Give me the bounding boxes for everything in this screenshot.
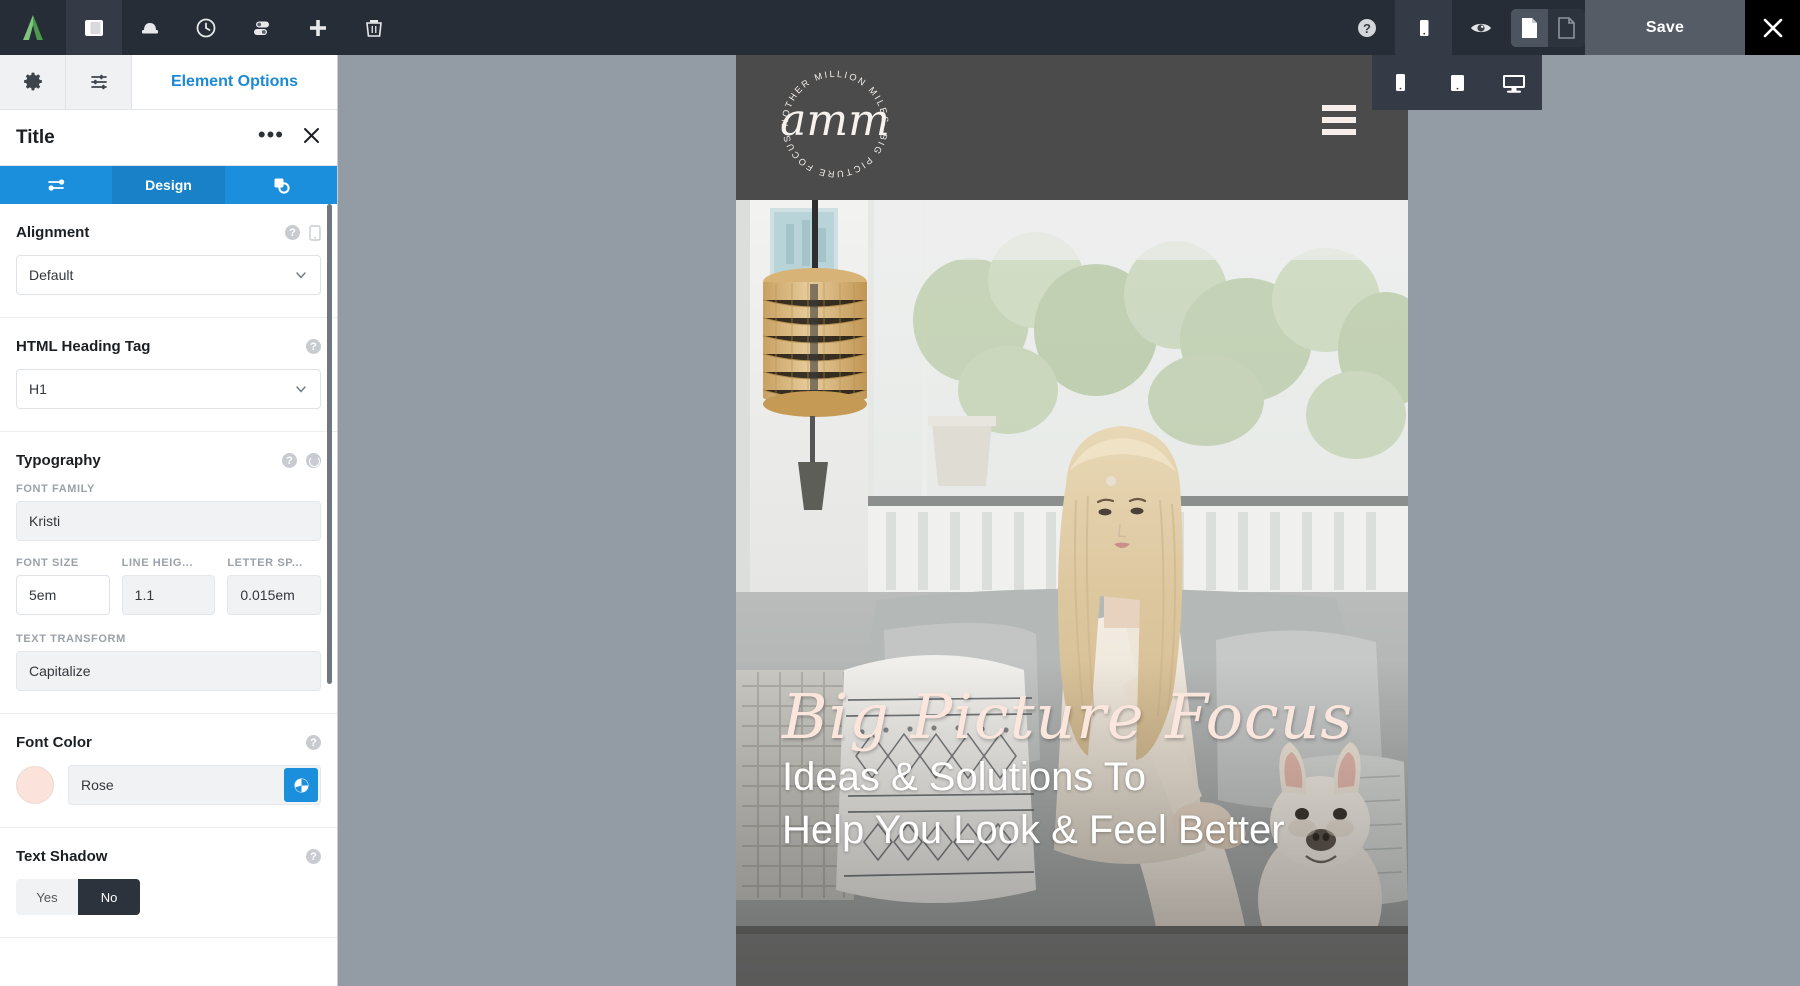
panel-title: Element Options <box>132 55 337 109</box>
panel-top-tabs: Element Options <box>0 55 337 110</box>
hero-text-block: Big Picture Focus Ideas & Solutions To H… <box>782 686 1353 854</box>
toolbar-right-group: ? <box>1338 0 1800 55</box>
line-height-group: LINE HEIG... 1.1 <box>122 557 216 615</box>
toolbar-spacer <box>402 0 1338 55</box>
more-options-button[interactable]: ••• <box>258 124 284 152</box>
site-preview-frame: ANOTHER MILLION MILES · · BIG PICTURE FO… <box>736 55 1408 986</box>
svg-text:amm: amm <box>780 95 890 146</box>
device-preview-dropdown <box>1372 55 1542 110</box>
global-color-button[interactable] <box>284 768 318 802</box>
letter-spacing-label: LETTER SP... <box>227 557 321 569</box>
mobile-preview-icon[interactable] <box>1395 0 1452 55</box>
font-color-row: Rose <box>16 765 321 805</box>
panel-scrollbar[interactable] <box>327 204 332 684</box>
page-template-toggle <box>1511 0 1585 55</box>
help-icon[interactable]: ? <box>306 339 321 354</box>
text-transform-input[interactable]: Capitalize <box>16 651 321 691</box>
panel-toggle-icon[interactable] <box>66 0 122 55</box>
section-font-color: Font Color ? Rose <box>0 714 337 828</box>
font-family-label: FONT FAMILY <box>16 483 321 495</box>
text-shadow-label: Text Shadow <box>16 848 299 865</box>
hero-photo <box>736 200 1408 986</box>
close-editor-button[interactable] <box>1745 0 1800 55</box>
tab-design[interactable]: Design <box>112 166 224 204</box>
settings-toggles-icon[interactable] <box>234 0 290 55</box>
hero-subheading-line2: Help You Look & Feel Better <box>782 807 1353 854</box>
color-swatch[interactable] <box>16 766 54 804</box>
section-typography: Typography ? FONT FAMILY Kristi FONT SIZ… <box>0 432 337 714</box>
typography-label: Typography <box>16 452 275 469</box>
top-toolbar: ? <box>0 0 1800 55</box>
font-size-input[interactable]: 5em <box>16 575 110 615</box>
section-heading-tag: HTML Heading Tag ? H1 <box>0 318 337 432</box>
save-layers-icon[interactable] <box>122 0 178 55</box>
font-family-input[interactable]: Kristi <box>16 501 321 541</box>
heading-tag-select[interactable]: H1 <box>16 369 321 409</box>
page-doc-icon[interactable] <box>1511 9 1548 47</box>
global-typography-icon[interactable] <box>306 453 321 468</box>
heading-tag-label: HTML Heading Tag <box>16 338 299 355</box>
svg-text:?: ? <box>1363 21 1371 36</box>
eye-preview-icon[interactable] <box>1452 0 1509 55</box>
help-circle-icon[interactable]: ? <box>1338 0 1395 55</box>
hero-script-heading[interactable]: Big Picture Focus <box>782 686 1353 748</box>
text-shadow-no[interactable]: No <box>78 879 140 915</box>
font-size-label: FONT SIZE <box>16 557 110 569</box>
element-options-panel: Element Options Title ••• De <box>0 55 338 986</box>
close-element-button[interactable] <box>302 126 321 150</box>
app-logo[interactable] <box>0 0 66 55</box>
alignment-label: Alignment <box>16 224 278 241</box>
sliders-icon[interactable] <box>66 55 132 109</box>
site-header: ANOTHER MILLION MILES · · BIG PICTURE FO… <box>736 55 1408 200</box>
help-icon[interactable]: ? <box>306 849 321 864</box>
device-mobile-icon[interactable] <box>1376 72 1424 94</box>
letter-spacing-input[interactable]: 0.015em <box>227 575 321 615</box>
hero-section: Big Picture Focus Ideas & Solutions To H… <box>736 200 1408 986</box>
device-desktop-icon[interactable] <box>1490 72 1538 94</box>
plus-icon[interactable] <box>290 0 346 55</box>
help-icon[interactable]: ? <box>285 225 300 240</box>
text-transform-label: TEXT TRANSFORM <box>16 633 321 645</box>
line-height-input[interactable]: 1.1 <box>122 575 216 615</box>
history-clock-icon[interactable] <box>178 0 234 55</box>
page-doc-alt-icon[interactable] <box>1548 9 1585 47</box>
trash-icon[interactable] <box>346 0 402 55</box>
gear-icon[interactable] <box>0 55 66 109</box>
heading-tag-value: H1 <box>29 381 294 397</box>
element-name: Title <box>16 127 258 149</box>
chevron-down-icon <box>294 268 308 282</box>
font-color-label: Font Color <box>16 734 299 751</box>
tab-advanced[interactable] <box>225 166 337 204</box>
alignment-value: Default <box>29 267 294 283</box>
panel-options-body[interactable]: Alignment ? Default <box>0 204 337 986</box>
section-text-shadow: Text Shadow ? Yes No <box>0 828 337 938</box>
text-transform-group: TEXT TRANSFORM Capitalize <box>16 633 321 691</box>
font-color-input[interactable]: Rose <box>68 765 321 805</box>
chevron-down-icon <box>294 382 308 396</box>
panel-tab-bar: Design <box>0 166 337 204</box>
text-shadow-toggle: Yes No <box>16 879 321 915</box>
preview-stage: ANOTHER MILLION MILES · · BIG PICTURE FO… <box>338 55 1800 986</box>
typography-metrics-row: FONT SIZE 5em LINE HEIG... 1.1 LETTER SP… <box>16 557 321 615</box>
help-icon[interactable]: ? <box>306 735 321 750</box>
element-header: Title ••• <box>0 110 337 166</box>
letter-spacing-group: LETTER SP... 0.015em <box>227 557 321 615</box>
section-alignment: Alignment ? Default <box>0 204 337 318</box>
text-shadow-yes[interactable]: Yes <box>16 879 78 915</box>
tab-general[interactable] <box>0 166 112 204</box>
font-size-group: FONT SIZE 5em <box>16 557 110 615</box>
font-color-value: Rose <box>81 777 114 793</box>
responsive-device-icon[interactable] <box>309 225 321 241</box>
help-icon[interactable]: ? <box>282 453 297 468</box>
amm-circular-logo: ANOTHER MILLION MILES · · BIG PICTURE FO… <box>776 65 894 183</box>
hero-subheading-line1: Ideas & Solutions To <box>782 754 1353 801</box>
alignment-select[interactable]: Default <box>16 255 321 295</box>
device-tablet-icon[interactable] <box>1433 72 1481 94</box>
save-button[interactable]: Save <box>1585 0 1745 55</box>
line-height-label: LINE HEIG... <box>122 557 216 569</box>
editor-root: ? <box>0 0 1800 986</box>
hamburger-menu-icon[interactable] <box>1322 105 1356 141</box>
